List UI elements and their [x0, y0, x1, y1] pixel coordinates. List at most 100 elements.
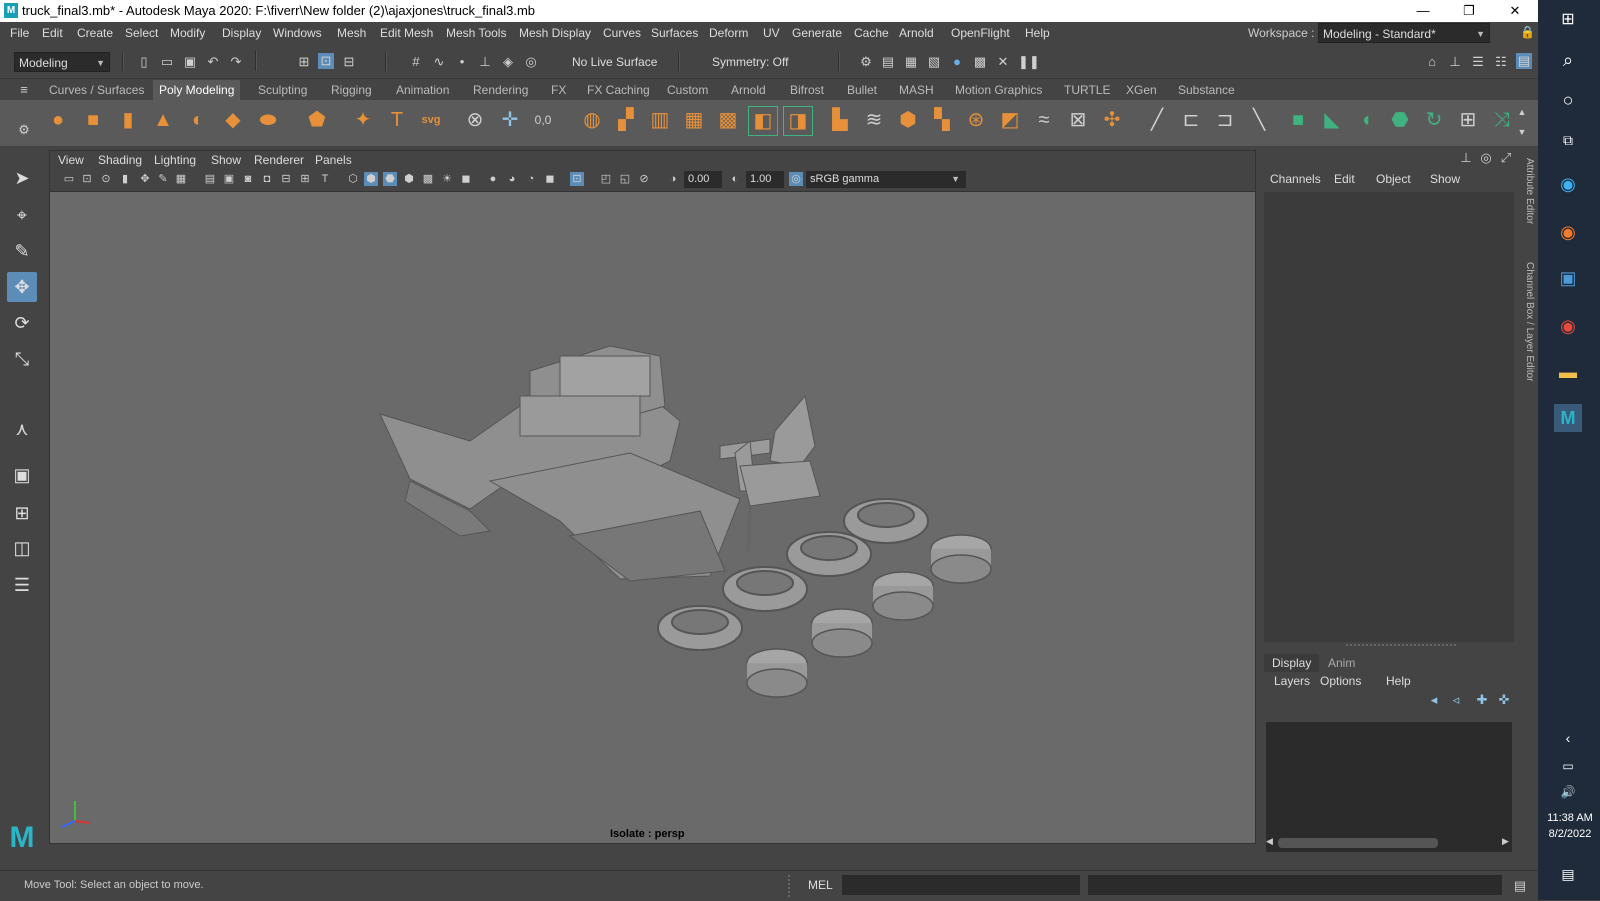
quad-draw-icon[interactable]: ✣ [1098, 106, 1126, 134]
textured-icon[interactable]: ⬢ [402, 172, 416, 186]
viewport-menu-view[interactable]: View [58, 153, 84, 167]
grid-icon[interactable]: ▦ [174, 172, 188, 186]
new-layer-icon[interactable]: ✚ [1474, 692, 1490, 708]
render-frame-icon[interactable]: ▤ [880, 54, 896, 70]
bookmark-icon[interactable]: ⊙ [99, 172, 113, 186]
script-editor-icon[interactable]: ▤ [1512, 878, 1528, 894]
menu-edit[interactable]: Edit [42, 26, 63, 40]
two-pane-layout-icon[interactable]: ◫ [7, 533, 37, 563]
menu-cache[interactable]: Cache [854, 26, 889, 40]
append-icon[interactable]: ▚ [928, 106, 956, 134]
new-scene-icon[interactable]: ▯ [136, 54, 152, 70]
extrude-icon[interactable]: ▙ [826, 106, 854, 134]
menu-mesh[interactable]: Mesh [337, 26, 366, 40]
menu-help[interactable]: Help [1025, 26, 1050, 40]
exposure-icon[interactable]: ◑ [666, 172, 680, 186]
viewport-menu-renderer[interactable]: Renderer [254, 153, 304, 167]
lasso-tool-icon[interactable]: ⌖ [7, 200, 37, 230]
rotate-tool-icon[interactable]: ⟳ [7, 308, 37, 338]
tab-bullet[interactable]: Bullet [847, 83, 877, 97]
layer-menu-options[interactable]: Options [1320, 674, 1361, 688]
network-icon[interactable]: ▭ [1554, 752, 1582, 780]
svg-icon[interactable]: svg [417, 106, 445, 134]
freeze-transform-icon[interactable]: 0,0 [529, 106, 557, 134]
xray-icon[interactable]: ◼ [543, 172, 557, 186]
grease-pencil-icon[interactable]: ✎ [156, 172, 170, 186]
spherical-map-icon[interactable]: ⬣ [1386, 106, 1414, 134]
notifications-icon[interactable]: ▤ [1554, 860, 1582, 888]
search-icon[interactable]: ⌕ [1554, 46, 1582, 74]
isolate-select-icon[interactable]: ⊡ [570, 172, 584, 186]
viewport-menu-lighting[interactable]: Lighting [154, 153, 196, 167]
planar-map-icon[interactable]: ◣ [1318, 106, 1346, 134]
backface-culling-icon[interactable]: ⊘ [637, 172, 651, 186]
tool-settings-icon[interactable]: ☰ [1470, 54, 1486, 70]
layer-menu-help[interactable]: Help [1386, 674, 1411, 688]
field-chart-icon[interactable]: ◘ [260, 172, 274, 186]
menu-arnold[interactable]: Arnold [899, 26, 934, 40]
select-object-icon[interactable]: ⊡ [318, 53, 334, 69]
use-all-lights-icon[interactable]: ▩ [421, 172, 435, 186]
move-layer-down-icon[interactable]: ◃ [1448, 692, 1464, 708]
resolution-gate-icon[interactable]: ▣ [222, 172, 236, 186]
ambient-occlusion-icon[interactable]: ◼ [459, 172, 473, 186]
live-surface-field[interactable]: No Live Surface [568, 52, 676, 72]
motion-blur-icon[interactable]: ● [486, 172, 500, 186]
poly-sphere-icon[interactable]: ● [44, 106, 72, 134]
tab-motion-graphics[interactable]: Motion Graphics [955, 83, 1042, 97]
poly-cube-icon[interactable]: ■ [79, 106, 107, 134]
gate-mask-icon[interactable]: ◙ [241, 172, 255, 186]
arnold-render-icon[interactable]: ✕ [995, 54, 1011, 70]
shelf-menu-icon[interactable]: ≡ [16, 82, 32, 98]
scene-view[interactable] [50, 191, 1255, 841]
bool-difference-icon[interactable]: ◧ [748, 106, 778, 136]
color-management-icon[interactable]: ◎ [789, 172, 803, 186]
windows-start-icon[interactable]: ⊞ [1554, 6, 1582, 34]
layer-scrollbar[interactable] [1278, 838, 1438, 848]
hypershade-icon[interactable]: ● [949, 54, 965, 70]
multi-cut-icon[interactable]: ╱ [1143, 106, 1171, 134]
firefox-icon[interactable]: ◉ [1554, 218, 1582, 246]
poly-torus-icon[interactable]: ◐ [184, 106, 212, 134]
cylindrical-map-icon[interactable]: ◖ [1352, 106, 1380, 134]
tab-sculpting[interactable]: Sculpting [258, 83, 307, 97]
tab-turtle[interactable]: TURTLE [1064, 83, 1110, 97]
menu-surfaces[interactable]: Surfaces [651, 26, 698, 40]
film-gate-icon[interactable]: ▤ [203, 172, 217, 186]
channel-box-menu-show[interactable]: Show [1430, 172, 1460, 186]
clock-date[interactable]: 8/2/2022 [1542, 828, 1598, 840]
four-view-layout-icon[interactable]: ⊞ [7, 498, 37, 528]
channel-list[interactable] [1264, 192, 1514, 642]
poly-cylinder-icon[interactable]: ▮ [114, 106, 142, 134]
cortana-icon[interactable]: ○ [1554, 86, 1582, 114]
transfer-icon[interactable]: ⊠ [1064, 106, 1092, 134]
image-plane-icon[interactable]: ▮ [118, 172, 132, 186]
tab-rigging[interactable]: Rigging [331, 83, 372, 97]
select-tool-icon[interactable]: ➤ [7, 163, 37, 193]
bool-intersection-icon[interactable]: ◨ [783, 106, 813, 136]
menu-mesh-display[interactable]: Mesh Display [519, 26, 591, 40]
menu-windows[interactable]: Windows [273, 26, 322, 40]
render-sequence-icon[interactable]: ▩ [972, 54, 988, 70]
select-component-icon[interactable]: ⊟ [341, 54, 357, 70]
minimize-button[interactable]: — [1400, 0, 1446, 22]
extract-icon[interactable]: ▥ [646, 106, 674, 134]
task-view-icon[interactable]: ⧉ [1554, 126, 1582, 154]
viewport-menu-shading[interactable]: Shading [98, 153, 142, 167]
chrome-icon[interactable]: ◉ [1554, 312, 1582, 340]
outliner-icon[interactable]: ☷ [1493, 54, 1509, 70]
shadows-icon[interactable]: ☀ [440, 172, 454, 186]
shelf-settings-icon[interactable]: ⚙ [16, 122, 32, 138]
channel-box-expand-icon[interactable]: ⤢ [1498, 150, 1514, 166]
select-hierarchy-icon[interactable]: ⊞ [296, 54, 312, 70]
menu-edit-mesh[interactable]: Edit Mesh [380, 26, 433, 40]
uv-unfold-icon[interactable]: ⤨ [1488, 106, 1516, 134]
edge-browser-icon[interactable]: ◉ [1554, 170, 1582, 198]
snap-surface-icon[interactable]: ◈ [500, 54, 516, 70]
bevel-icon[interactable]: ⬢ [894, 106, 922, 134]
depth-of-field-icon[interactable]: ◔ [524, 172, 538, 186]
scroll-left-icon[interactable]: ◀ [1266, 836, 1273, 847]
tab-curves-surfaces[interactable]: Curves / Surfaces [49, 83, 144, 97]
panel-splitter[interactable] [1346, 644, 1456, 650]
maya-taskbar-icon[interactable]: M [1554, 404, 1582, 432]
